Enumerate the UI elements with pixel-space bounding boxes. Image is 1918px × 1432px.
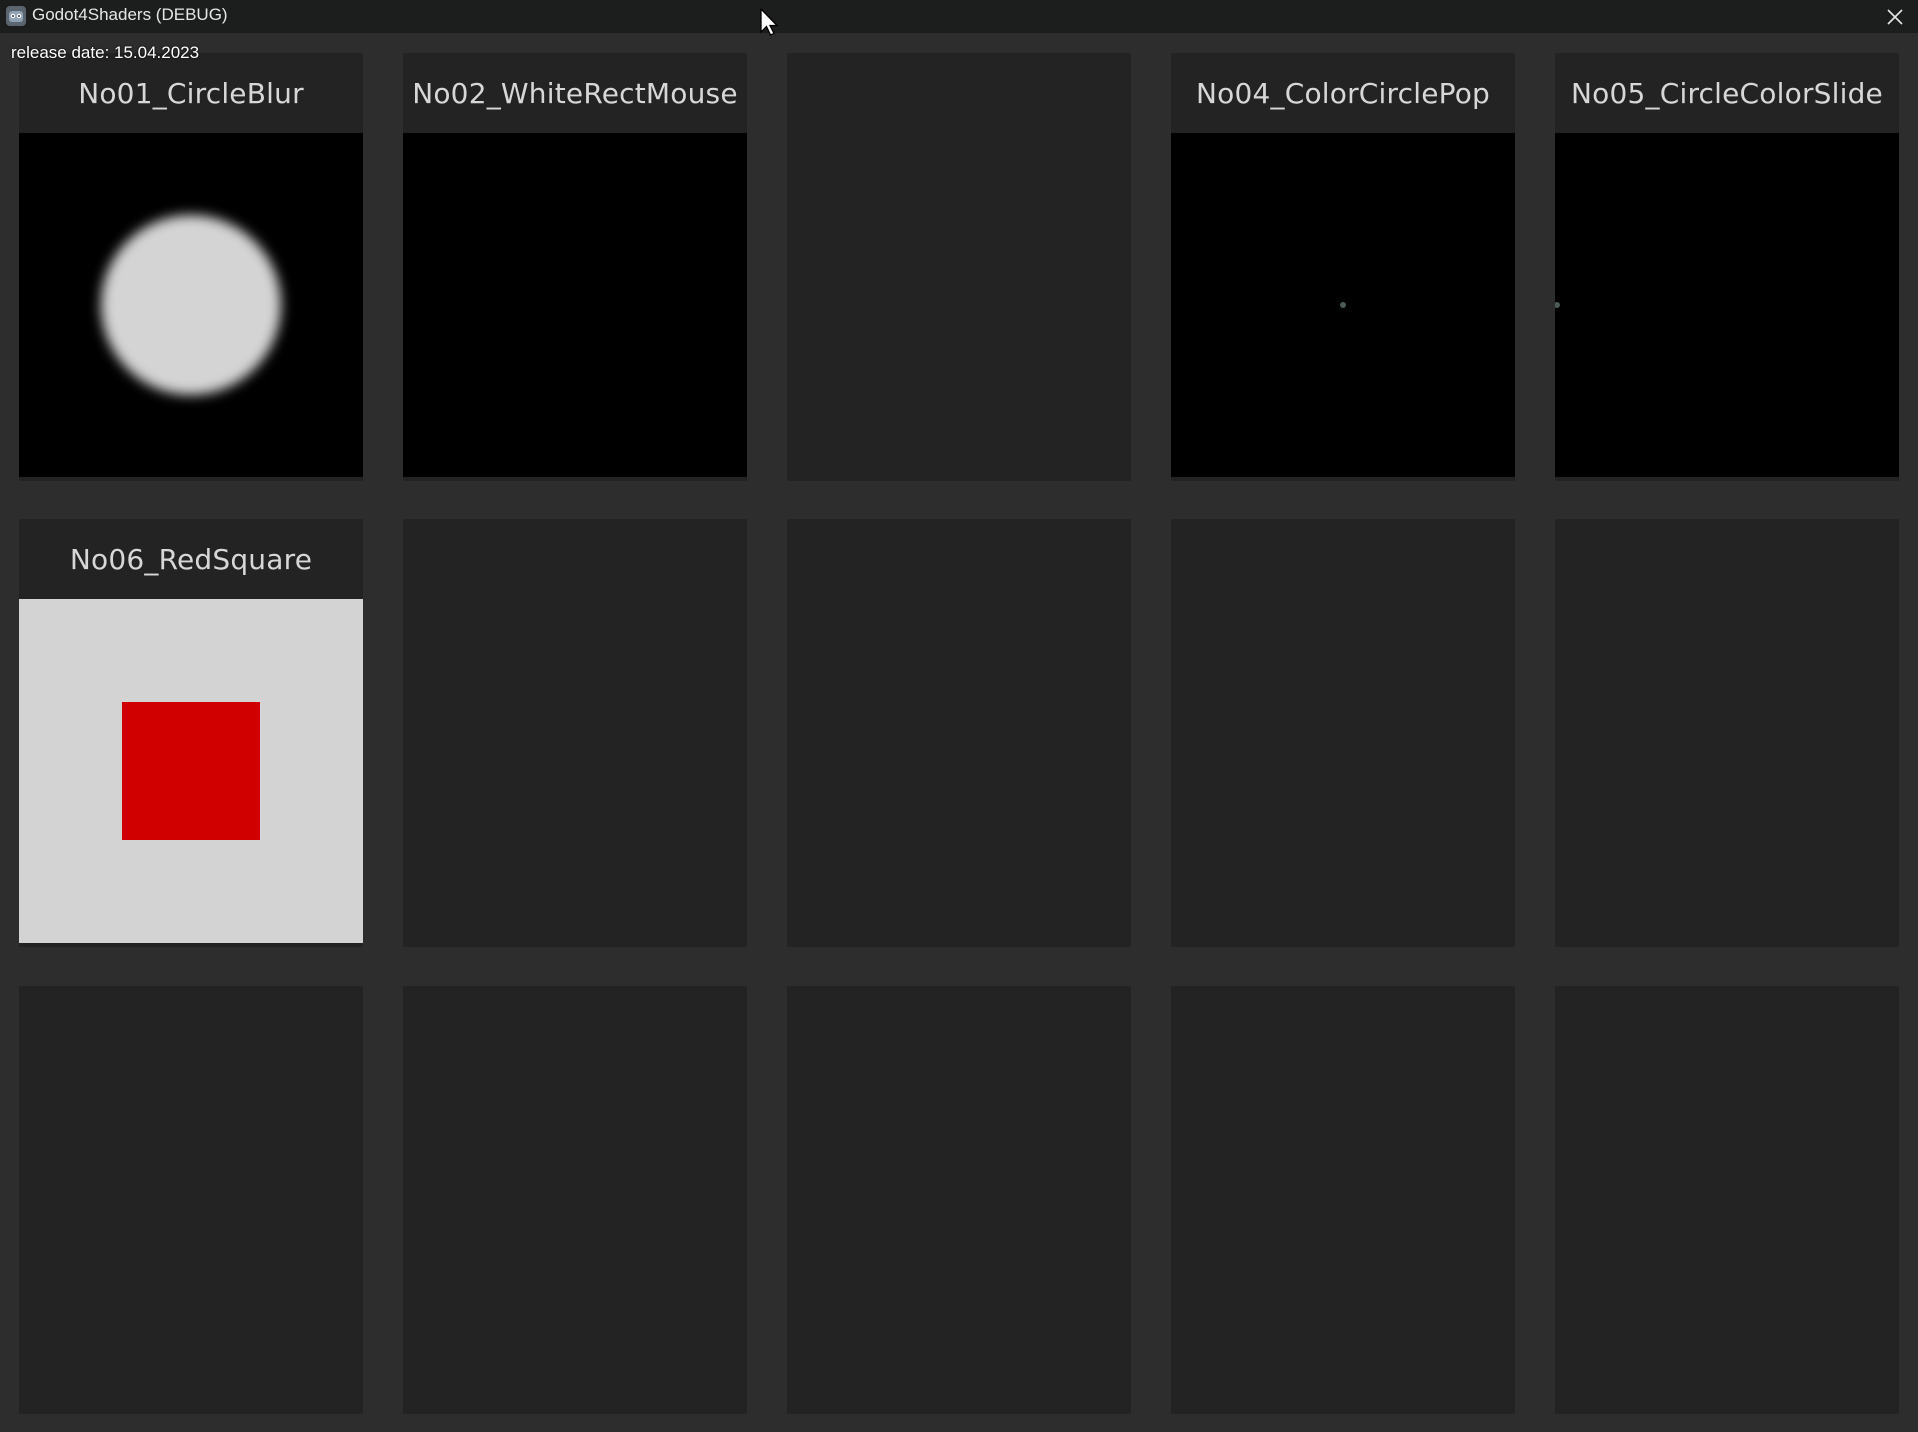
godot-icon <box>6 6 26 26</box>
empty-cell <box>1171 519 1515 947</box>
card-title: No02_WhiteRectMouse <box>412 76 738 110</box>
empty-cell <box>1555 519 1899 947</box>
mouse-cursor-icon <box>760 8 779 36</box>
card-title: No01_CircleBlur <box>78 76 304 110</box>
card-title: No06_RedSquare <box>69 542 313 576</box>
empty-cell <box>787 519 1131 947</box>
empty-cell <box>403 519 747 947</box>
window-titlebar[interactable]: Godot4Shaders (DEBUG) <box>0 0 1918 33</box>
shader-preview[interactable] <box>19 599 363 943</box>
empty-cell <box>787 986 1131 1414</box>
close-button[interactable] <box>1872 0 1918 33</box>
shader-card-circle-color-slide[interactable]: No05_CircleColorSlide <box>1555 53 1899 481</box>
empty-cell <box>1171 986 1515 1414</box>
window-title: Godot4Shaders (DEBUG) <box>32 5 228 24</box>
card-title <box>787 53 1131 133</box>
shader-preview[interactable] <box>1555 133 1899 477</box>
card-title: No04_ColorCirclePop <box>1195 76 1491 110</box>
shader-card-white-rect-mouse[interactable]: No02_WhiteRectMouse <box>403 53 747 481</box>
close-icon <box>1887 8 1903 25</box>
empty-cell <box>19 986 363 1414</box>
shader-card-empty <box>787 53 1131 481</box>
release-date-label: release date: 15.04.2023 <box>11 43 200 62</box>
blurred-circle <box>101 215 281 395</box>
shader-card-red-square[interactable]: No06_RedSquare <box>19 519 363 947</box>
shader-preview[interactable] <box>19 133 363 477</box>
shader-preview[interactable] <box>403 133 747 477</box>
circle-dot <box>1555 302 1560 308</box>
shader-card-color-circle-pop[interactable]: No04_ColorCirclePop <box>1171 53 1515 481</box>
shader-preview[interactable] <box>1171 133 1515 477</box>
red-square <box>122 702 260 840</box>
card-title: No05_CircleColorSlide <box>1571 76 1883 110</box>
circle-dot <box>1340 302 1346 308</box>
empty-cell <box>403 986 747 1414</box>
empty-cell <box>1555 986 1899 1414</box>
shader-card-circle-blur[interactable]: No01_CircleBlur <box>19 53 363 481</box>
